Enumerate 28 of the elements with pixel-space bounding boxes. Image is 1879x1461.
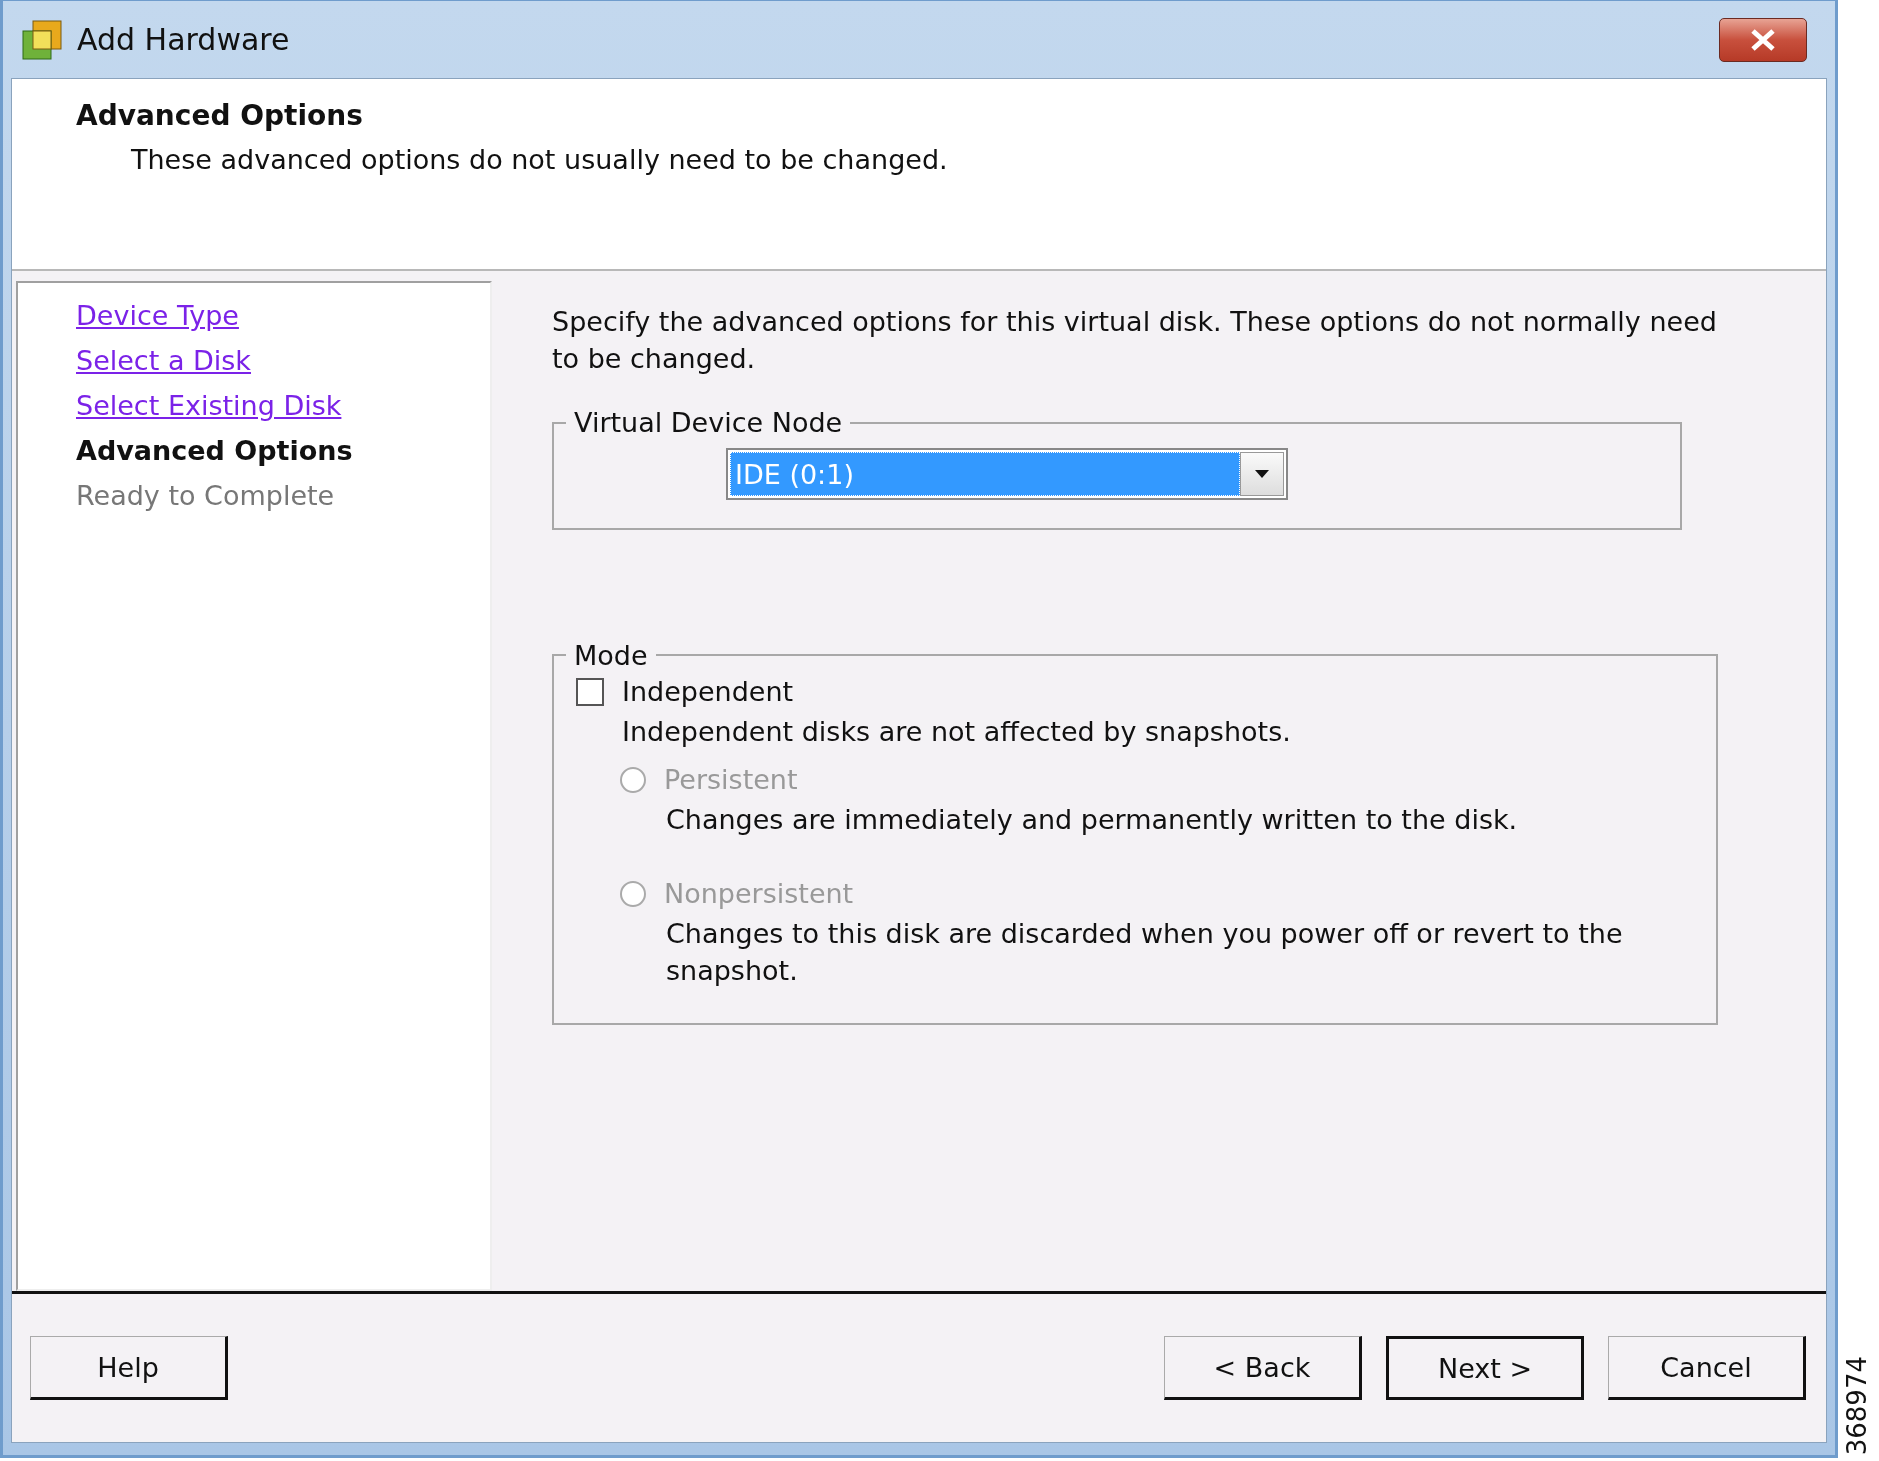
page-heading: Advanced Options	[76, 99, 364, 132]
radio-label: Persistent	[664, 764, 798, 796]
radio-label: Nonpersistent	[664, 878, 854, 910]
dialog-button[interactable]: Next >	[1386, 1336, 1584, 1400]
step-label: Advanced Options	[76, 434, 353, 468]
dialog-button[interactable]: Help	[30, 1336, 228, 1400]
checkbox-label: Independent	[622, 676, 794, 708]
step-link[interactable]: Device Type	[76, 293, 239, 338]
close-icon	[1749, 27, 1777, 52]
window-title: Add Hardware	[77, 22, 291, 57]
independent-description: Independent disks are not affected by snapshots.	[622, 715, 1292, 750]
figure-number: 368974	[1842, 1355, 1872, 1455]
independent-checkbox[interactable]	[576, 677, 604, 706]
step-link[interactable]: Select Existing Disk	[76, 383, 342, 428]
caret-icon	[1255, 469, 1269, 478]
option-description: Changes to this disk are discarded when you power off or revert to the snapshot.	[666, 917, 1624, 989]
intro-text: Specify the advanced options for this virtual disk. These options do not normally need to be changed.	[552, 305, 1718, 376]
group-legend: Virtual Device Node	[566, 407, 851, 438]
hardware-icon	[21, 18, 63, 61]
step-label: Ready to Complete	[76, 479, 335, 513]
dialog-button[interactable]: Cancel	[1608, 1336, 1806, 1400]
dropdown-button[interactable]	[1240, 451, 1284, 496]
step-link[interactable]: Select a Disk	[76, 338, 251, 383]
dialog-button[interactable]: < Back	[1164, 1336, 1362, 1400]
page-subtitle: These advanced options do not usually need to be changed.	[131, 144, 949, 175]
option-description: Changes are immediately and permanently written to the disk.	[666, 803, 1519, 838]
group-legend: Mode	[566, 639, 656, 671]
close-button[interactable]	[1719, 17, 1807, 62]
